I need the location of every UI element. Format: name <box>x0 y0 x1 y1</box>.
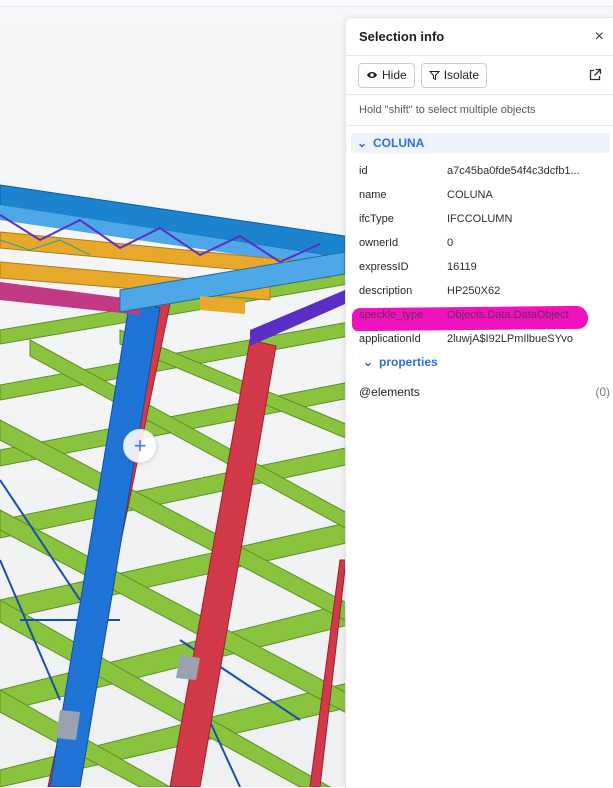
plus-icon: + <box>133 433 147 458</box>
attribute-key: applicationId <box>359 333 421 345</box>
hide-button[interactable]: Hide <box>358 62 415 88</box>
panel-header: Selection info × <box>346 18 613 56</box>
attribute-value: a7c45ba0fde54f4c3dcfb1... <box>447 165 580 177</box>
attribute-row: id a7c45ba0fde54f4c3dcfb1... <box>346 159 613 183</box>
elements-count: (0) <box>595 385 610 399</box>
selection-hint: Hold "shift" to select multiple objects <box>346 95 613 126</box>
attribute-value: 2luwjA$I92LPmIlbueSYvo <box>447 333 573 345</box>
attribute-key: description <box>359 285 413 297</box>
eye-icon <box>366 70 378 80</box>
attribute-key: expressID <box>359 261 409 273</box>
group-header-coluna[interactable]: ⌄ COLUNA <box>351 133 610 153</box>
elements-row[interactable]: @elements (0) <box>346 373 613 411</box>
attribute-value: Objects.Data.DataObject <box>447 309 569 321</box>
isolate-label: Isolate <box>443 68 480 82</box>
chevron-down-icon: ⌄ <box>362 355 374 369</box>
external-link-icon[interactable] <box>588 68 602 82</box>
isolate-button[interactable]: Isolate <box>420 62 488 88</box>
attribute-value: 16119 <box>447 261 477 273</box>
attribute-row: expressID 16119 <box>346 255 613 279</box>
panel-title: Selection info <box>359 29 445 44</box>
attribute-key: ifcType <box>359 213 394 225</box>
attribute-key: ownerId <box>359 237 399 249</box>
attribute-value: IFCCOLUMN <box>447 213 513 225</box>
attribute-value: HP250X62 <box>447 285 501 297</box>
attribute-value: 0 <box>447 237 454 249</box>
attribute-row: applicationId 2luwjA$I92LPmIlbueSYvo <box>346 327 613 351</box>
hide-label: Hide <box>382 68 407 82</box>
attribute-value: COLUNA <box>447 189 493 201</box>
attribute-row: speckle_type Objects.Data.DataObject <box>346 303 613 327</box>
panel-toolbar: Hide Isolate <box>346 56 613 95</box>
attribute-key: speckle_type <box>359 309 424 321</box>
attribute-row: description HP250X62 <box>346 279 613 303</box>
chevron-down-icon: ⌄ <box>356 136 368 150</box>
attribute-row: name COLUNA <box>346 183 613 207</box>
attribute-key: name <box>359 189 387 201</box>
attribute-row: ifcType IFCCOLUMN <box>346 207 613 231</box>
properties-label: properties <box>379 355 438 369</box>
attribute-list: id a7c45ba0fde54f4c3dcfb1... name COLUNA i… <box>346 159 613 351</box>
properties-toggle[interactable]: ⌄ properties <box>346 351 613 373</box>
green-beams <box>0 269 361 787</box>
elements-label: @elements <box>359 385 420 399</box>
attribute-key: id <box>359 165 368 177</box>
attribute-row: ownerId 0 <box>346 231 613 255</box>
filter-icon <box>428 70 440 81</box>
selection-info-panel: Selection info × Hide Isolate Hold "shif… <box>345 17 613 788</box>
add-point-button[interactable]: + <box>123 429 157 463</box>
close-icon[interactable]: × <box>595 28 604 45</box>
group-name: COLUNA <box>373 136 425 150</box>
